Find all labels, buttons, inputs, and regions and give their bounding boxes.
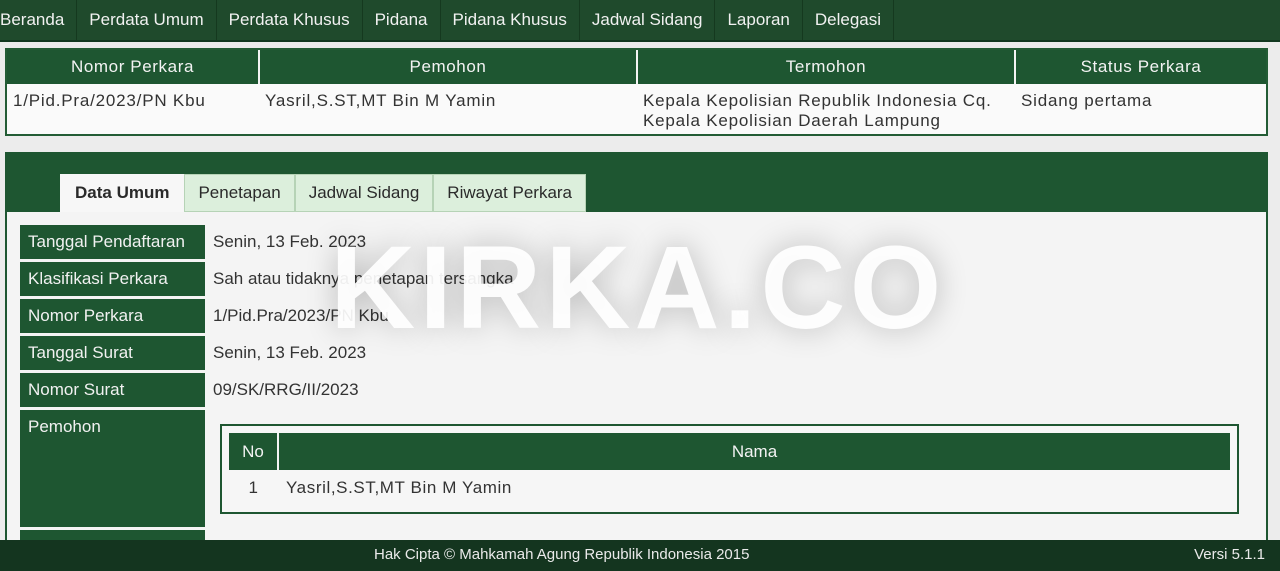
detail-panel: Data Umum Penetapan Jadwal Sidang Riwaya… — [5, 152, 1268, 560]
cell-no: 1 — [248, 478, 259, 497]
table-row[interactable]: 1 Yasril,S.ST,MT Bin M Yamin — [229, 470, 1230, 506]
termohon-line-1: Kepala Kepolisian Republik Indonesia Cq. — [643, 91, 992, 110]
detail-body: Tanggal Pendaftaran Senin, 13 Feb. 2023 … — [7, 212, 1266, 560]
footer: Hak Cipta © Mahkamah Agung Republik Indo… — [0, 540, 1280, 571]
nav-jadwal-sidang[interactable]: Jadwal Sidang — [580, 0, 716, 40]
header-no: No — [229, 433, 279, 470]
cell-status-perkara: Sidang pertama — [1021, 91, 1153, 110]
header-nomor-perkara: Nomor Perkara — [7, 50, 260, 84]
case-summary-table: Nomor Perkara Pemohon Termohon Status Pe… — [5, 48, 1268, 136]
tab-jadwal-sidang[interactable]: Jadwal Sidang — [294, 174, 434, 212]
field-value: 1/Pid.Pra/2023/PN Kbu — [213, 306, 389, 325]
tab-data-umum[interactable]: Data Umum — [60, 174, 185, 212]
field-label: Pemohon — [20, 410, 205, 527]
field-value: Senin, 13 Feb. 2023 — [213, 232, 367, 251]
field-value: Senin, 13 Feb. 2023 — [213, 343, 367, 362]
header-pemohon: Pemohon — [259, 50, 638, 84]
nav-delegasi[interactable]: Delegasi — [803, 0, 895, 40]
header-termohon: Termohon — [637, 50, 1016, 84]
nav-beranda[interactable]: Beranda — [0, 0, 78, 40]
nav-pidana[interactable]: Pidana — [363, 0, 441, 40]
nav-perdata-khusus[interactable]: Perdata Khusus — [217, 0, 363, 40]
field-value: Sah atau tidaknya penetapan tersangka — [213, 269, 514, 288]
field-value: 09/SK/RRG/II/2023 — [213, 380, 359, 399]
nav-perdata-umum[interactable]: Perdata Umum — [77, 0, 217, 40]
pemohon-table-box: No Nama 1 Yasril,S.ST,MT Bin M Yamin — [220, 424, 1239, 514]
field-label: Nomor Surat — [20, 373, 205, 407]
version-text: Versi 5.1.1 — [1194, 546, 1265, 563]
cell-pemohon: Yasril,S.ST,MT Bin M Yamin — [265, 91, 497, 110]
top-nav: Beranda Perdata Umum Perdata Khusus Pida… — [0, 0, 1280, 42]
nav-pidana-khusus[interactable]: Pidana Khusus — [441, 0, 580, 40]
tab-riwayat-perkara[interactable]: Riwayat Perkara — [433, 174, 587, 212]
cell-termohon: Kepala Kepolisian Republik Indonesia Cq.… — [637, 84, 1015, 131]
tab-bar: Data Umum Penetapan Jadwal Sidang Riwaya… — [60, 174, 587, 212]
tab-penetapan[interactable]: Penetapan — [184, 174, 295, 212]
field-label: Nomor Perkara — [20, 299, 205, 333]
termohon-line-2: Kepala Kepolisian Daerah Lampung — [643, 111, 941, 130]
header-nama: Nama — [278, 433, 1230, 470]
field-label: Tanggal Pendaftaran — [20, 225, 205, 259]
field-label: Tanggal Surat — [20, 336, 205, 370]
copyright-text: Hak Cipta © Mahkamah Agung Republik Indo… — [374, 546, 750, 563]
cell-nama: Yasril,S.ST,MT Bin M Yamin — [286, 478, 512, 497]
table-row[interactable]: 1/Pid.Pra/2023/PN Kbu Yasril,S.ST,MT Bin… — [7, 84, 1266, 131]
field-label: Klasifikasi Perkara — [20, 262, 205, 296]
nav-laporan[interactable]: Laporan — [715, 0, 803, 40]
header-status-perkara: Status Perkara — [1015, 50, 1266, 84]
cell-nomor-perkara: 1/Pid.Pra/2023/PN Kbu — [13, 91, 206, 110]
